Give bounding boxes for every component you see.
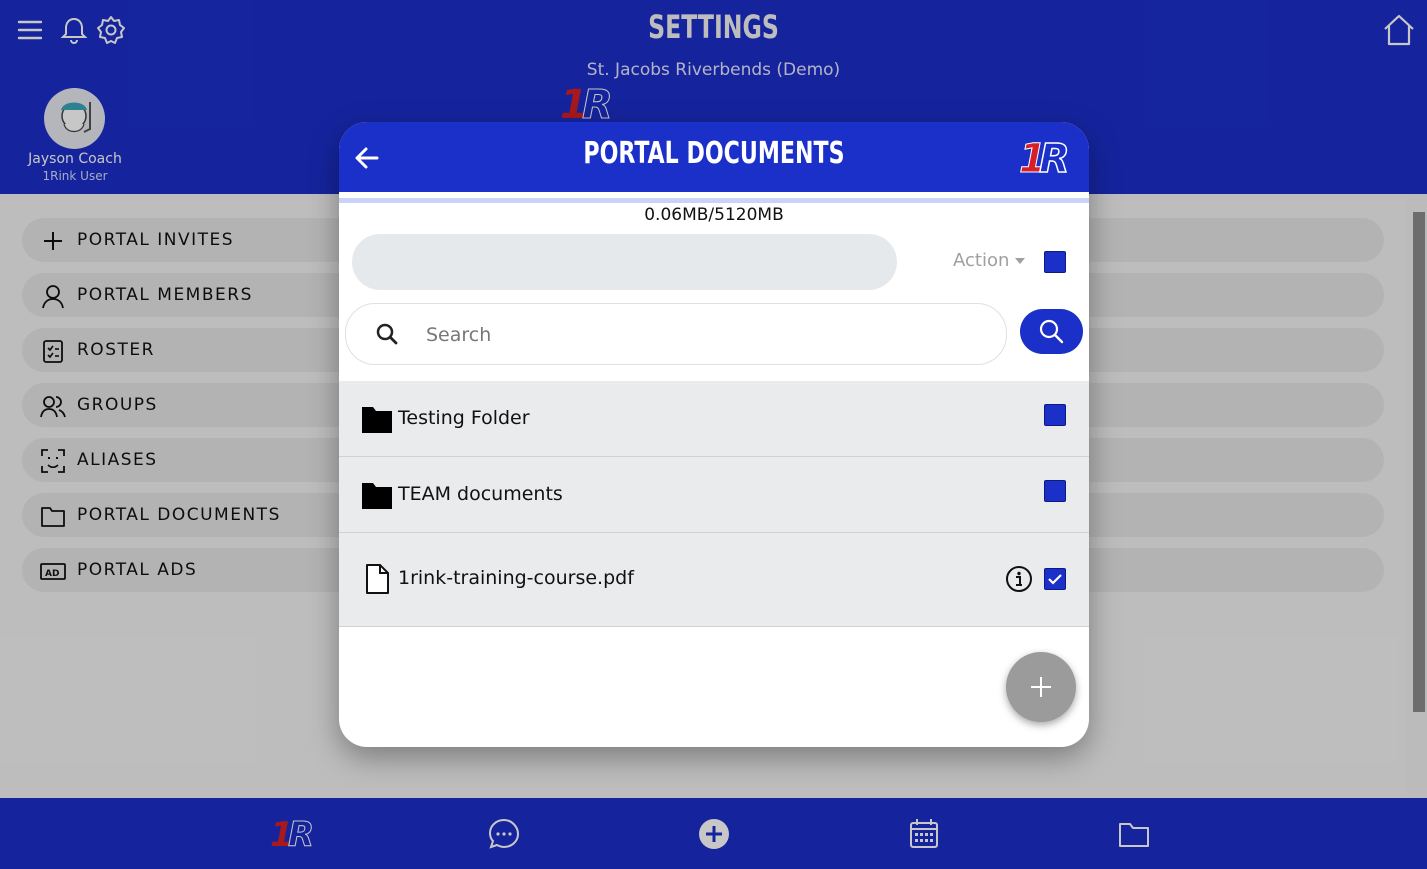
- storage-usage: 0.06MB/5120MB: [644, 205, 784, 225]
- add-document-button[interactable]: [1006, 652, 1076, 722]
- search-bar: [345, 303, 1007, 365]
- search-icon: [376, 323, 398, 345]
- item-name: TEAM documents: [398, 483, 563, 505]
- search-icon: [1039, 319, 1064, 344]
- item-checkbox-checked[interactable]: [1044, 568, 1066, 590]
- back-arrow-icon[interactable]: [351, 142, 383, 174]
- list-item[interactable]: 1rink-training-course.pdf: [339, 533, 1089, 627]
- storage-progress-bar: [339, 198, 1089, 203]
- item-name: Testing Folder: [398, 407, 530, 429]
- svg-text:R: R: [1039, 136, 1070, 178]
- dialog-title: PORTAL DOCUMENTS: [583, 136, 845, 171]
- folder-icon: [362, 407, 392, 433]
- checkmark-icon: [1048, 574, 1062, 585]
- dialog-header: PORTAL DOCUMENTS 1R: [339, 122, 1089, 192]
- search-button[interactable]: [1020, 309, 1083, 354]
- list-item[interactable]: Testing Folder: [339, 381, 1089, 457]
- portal-documents-dialog: PORTAL DOCUMENTS 1R 0.06MB/5120MB Action…: [339, 122, 1089, 747]
- caret-down-icon: [1015, 258, 1026, 264]
- info-icon[interactable]: [1005, 565, 1033, 593]
- action-label: Action: [953, 250, 1010, 271]
- folder-icon: [362, 483, 392, 509]
- plus-icon: [1031, 677, 1051, 697]
- search-input[interactable]: [424, 314, 988, 356]
- list-item[interactable]: TEAM documents: [339, 457, 1089, 533]
- path-field[interactable]: [352, 234, 897, 290]
- action-dropdown[interactable]: Action: [953, 250, 1026, 271]
- item-checkbox[interactable]: [1044, 404, 1066, 426]
- file-icon: [366, 564, 389, 594]
- brand-logo-icon: 1R: [1019, 136, 1071, 178]
- item-name: 1rink-training-course.pdf: [398, 567, 634, 589]
- select-all-checkbox[interactable]: [1044, 251, 1066, 273]
- item-checkbox[interactable]: [1044, 480, 1066, 502]
